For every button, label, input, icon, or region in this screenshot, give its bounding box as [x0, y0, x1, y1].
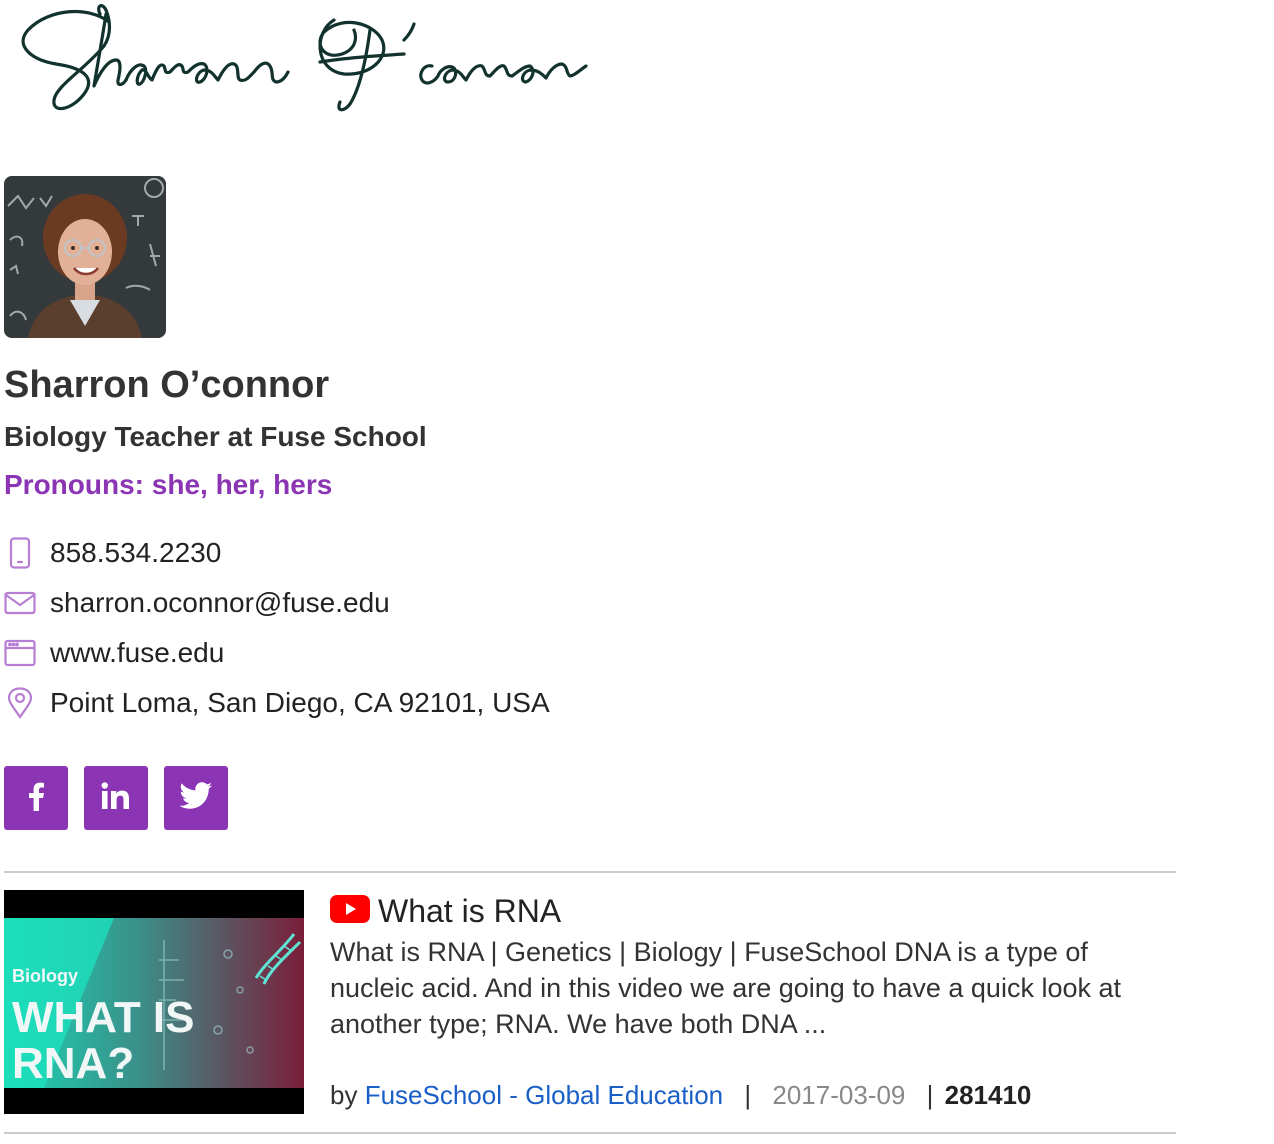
contact-email[interactable]: sharron.oconnor@fuse.edu	[4, 583, 390, 623]
meta-separator: |	[744, 1080, 752, 1110]
job-title: Biology Teacher at Fuse School	[4, 421, 427, 452]
divider-bottom	[4, 1132, 1176, 1134]
avatar	[4, 176, 166, 338]
website-url[interactable]: www.fuse.edu	[50, 637, 224, 669]
video-description: What is RNA | Genetics | Biology | FuseS…	[330, 937, 1121, 1039]
youtube-icon	[330, 895, 370, 928]
by-label: by	[330, 1080, 358, 1110]
divider-top	[4, 871, 1176, 873]
mobile-phone-icon	[4, 537, 36, 569]
contact-website[interactable]: www.fuse.edu	[4, 633, 224, 673]
contact-address[interactable]: Point Loma, San Diego, CA 92101, USA	[4, 683, 550, 723]
thumbnail-label: Biology	[12, 966, 78, 986]
handwritten-signature	[14, 0, 594, 130]
linkedin-icon	[100, 781, 132, 816]
video-thumbnail[interactable]: Biology WHAT IS RNA?	[4, 890, 304, 1114]
linkedin-button[interactable]	[84, 766, 148, 830]
browser-window-icon	[4, 637, 36, 669]
meta-separator: |	[926, 1080, 934, 1110]
person-name: Sharron O’connor	[4, 364, 330, 406]
thumbnail-line1: WHAT IS	[12, 993, 195, 1042]
video-title-row[interactable]: What is RNA	[330, 893, 561, 930]
video-date: 2017-03-09	[772, 1080, 906, 1110]
twitter-icon	[179, 781, 213, 815]
map-pin-icon	[4, 687, 36, 719]
pronouns: Pronouns: she, her, hers	[4, 469, 333, 500]
contact-phone[interactable]: 858.534.2230	[4, 533, 221, 573]
facebook-button[interactable]	[4, 766, 68, 830]
email-address[interactable]: sharron.oconnor@fuse.edu	[50, 587, 390, 619]
phone-number[interactable]: 858.534.2230	[50, 537, 221, 569]
channel-link[interactable]: FuseSchool - Global Education	[365, 1080, 723, 1110]
postal-address[interactable]: Point Loma, San Diego, CA 92101, USA	[50, 687, 550, 719]
envelope-icon	[4, 587, 36, 619]
facebook-icon	[27, 781, 45, 816]
view-count: 281410	[944, 1080, 1032, 1110]
thumbnail-line2: RNA?	[12, 1039, 134, 1088]
twitter-button[interactable]	[164, 766, 228, 830]
video-meta: by FuseSchool - Global Education | 2017-…	[330, 1080, 1031, 1111]
video-title[interactable]: What is RNA	[378, 893, 561, 930]
